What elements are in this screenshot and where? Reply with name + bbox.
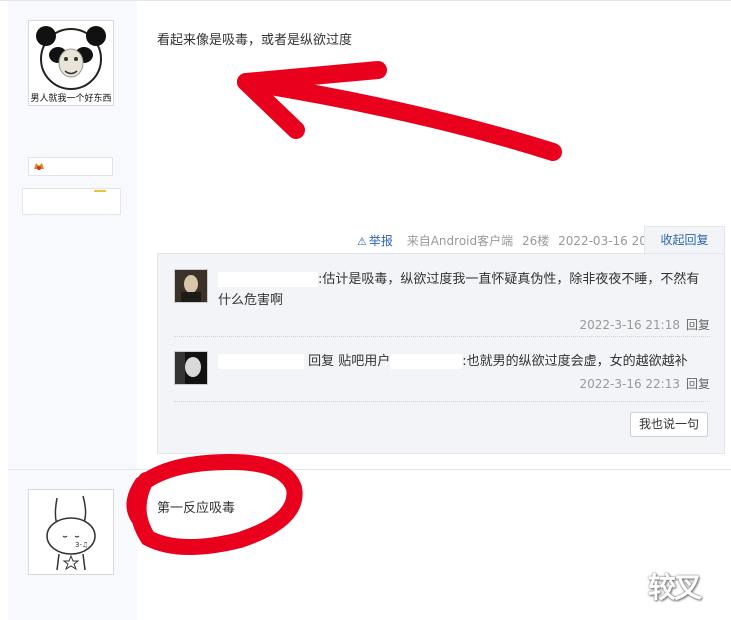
watermark-logo: 较叉	[648, 571, 702, 604]
annotation-overlay	[126, 61, 562, 555]
red-circle-annotation	[126, 453, 303, 555]
red-arrow-annotation	[237, 61, 562, 161]
